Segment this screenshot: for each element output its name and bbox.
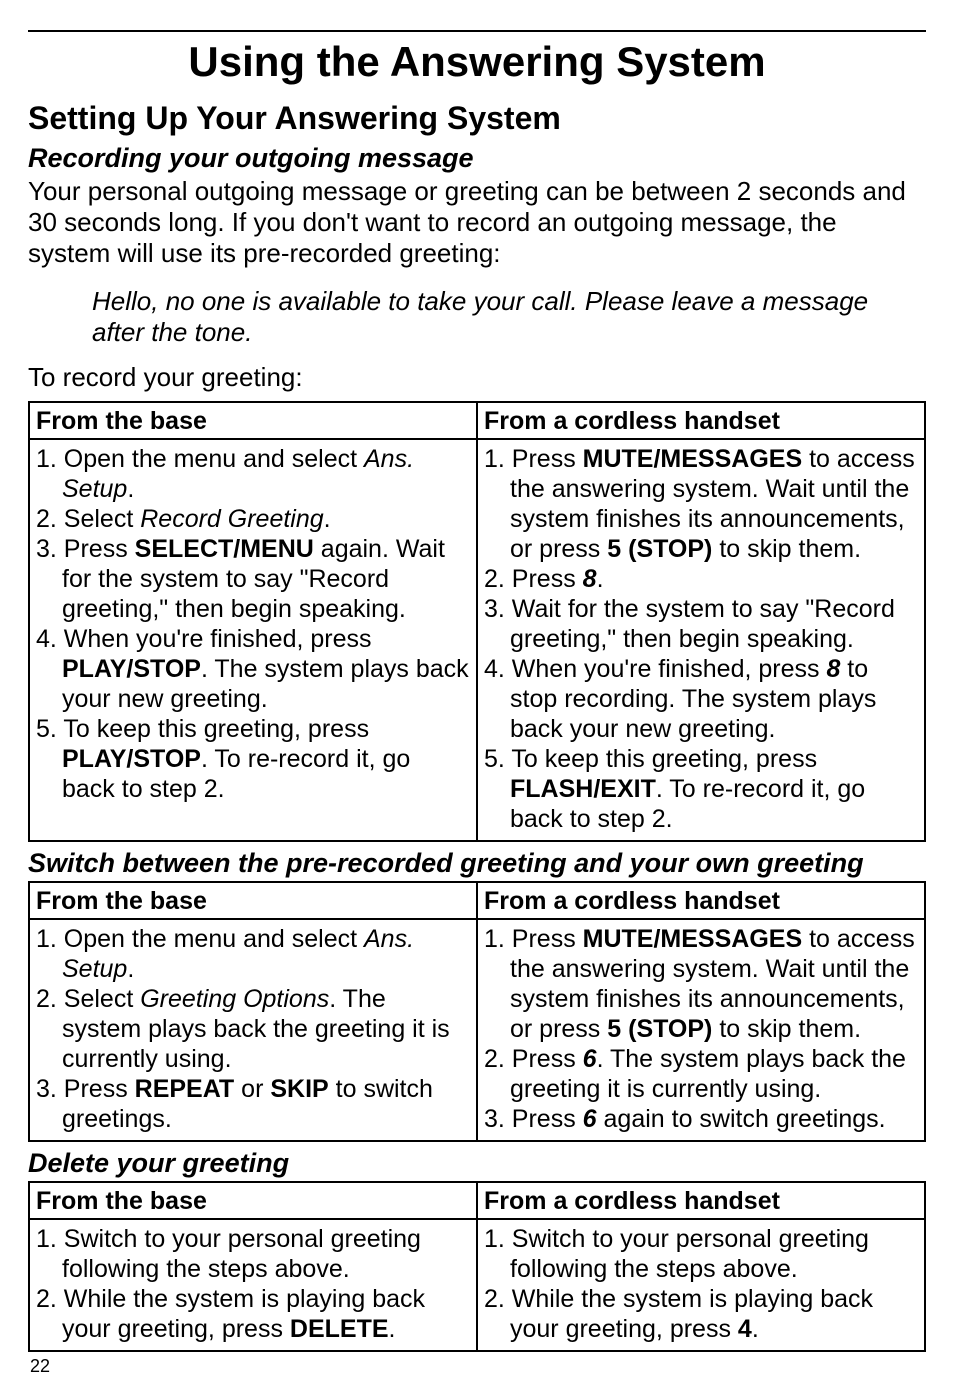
th-handset: From a cordless handset bbox=[477, 1182, 925, 1219]
th-base: From the base bbox=[29, 1182, 477, 1219]
cell-recording-handset: 1. Press MUTE/MESSAGES to access the ans… bbox=[477, 439, 925, 841]
page-number: 22 bbox=[28, 1356, 926, 1377]
page-title: Using the Answering System bbox=[28, 38, 926, 86]
recording-lead: To record your greeting: bbox=[28, 362, 926, 393]
table-delete: From the base From a cordless handset 1.… bbox=[28, 1181, 926, 1352]
cell-switch-base: 1. Open the menu and select Ans. Setup. … bbox=[29, 919, 477, 1141]
th-handset: From a cordless handset bbox=[477, 882, 925, 919]
table-recording: From the base From a cordless handset 1.… bbox=[28, 401, 926, 842]
subsection-delete: Delete your greeting bbox=[28, 1148, 926, 1179]
th-handset: From a cordless handset bbox=[477, 402, 925, 439]
subsection-recording: Recording your outgoing message bbox=[28, 143, 926, 174]
recording-quote: Hello, no one is available to take your … bbox=[92, 286, 926, 348]
cell-recording-base: 1. Open the menu and select Ans. Setup. … bbox=[29, 439, 477, 841]
th-base: From the base bbox=[29, 882, 477, 919]
cell-delete-handset: 1. Switch to your personal greeting foll… bbox=[477, 1219, 925, 1351]
recording-intro: Your personal outgoing message or greeti… bbox=[28, 176, 926, 270]
table-switch: From the base From a cordless handset 1.… bbox=[28, 881, 926, 1142]
th-base: From the base bbox=[29, 402, 477, 439]
section-heading: Setting Up Your Answering System bbox=[28, 100, 926, 137]
page-root: Using the Answering System Setting Up Yo… bbox=[0, 0, 954, 1377]
cell-delete-base: 1. Switch to your personal greeting foll… bbox=[29, 1219, 477, 1351]
subsection-switch: Switch between the pre-recorded greeting… bbox=[28, 848, 926, 879]
top-rule bbox=[28, 30, 926, 32]
cell-switch-handset: 1. Press MUTE/MESSAGES to access the ans… bbox=[477, 919, 925, 1141]
